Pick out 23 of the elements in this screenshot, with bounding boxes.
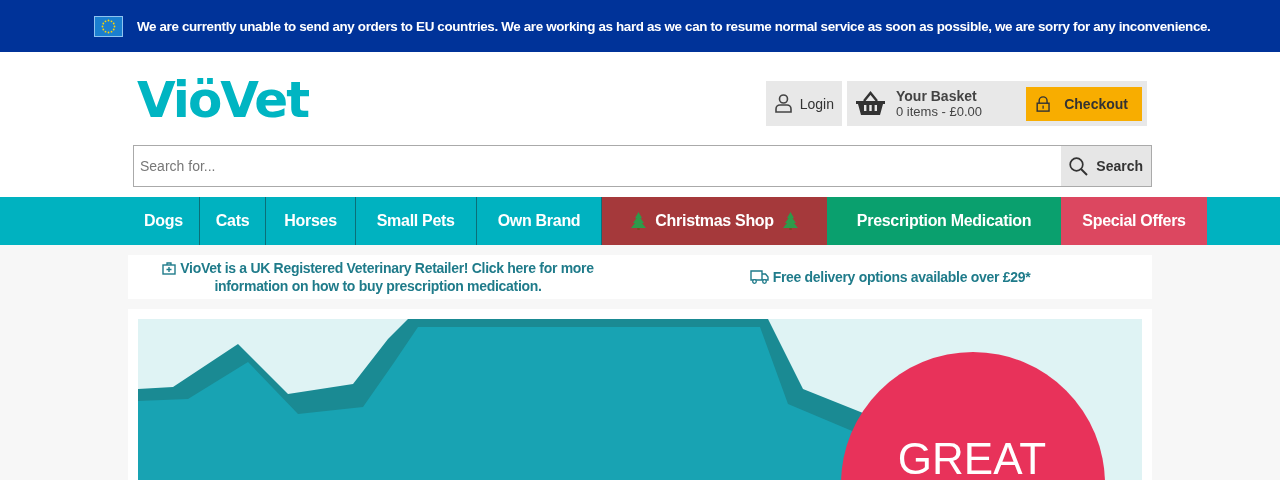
basket-summary: 0 items - £0.00 xyxy=(896,104,983,119)
basket-title: Your Basket xyxy=(896,88,978,104)
basket-panel[interactable]: Your Basket 0 items - £0.00 Checkout xyxy=(847,81,1147,126)
christmas-tree-icon xyxy=(630,212,648,230)
nav-tab[interactable]: Special Offers xyxy=(1061,197,1207,245)
info-link[interactable]: VioVet is a UK Registered Veterinary Retailer! Click here for more information on how to buy prescription medication. xyxy=(128,259,628,295)
nav-tab[interactable]: Christmas Shop xyxy=(602,197,827,245)
notice-text: We are currently unable to send any orders to EU countries. We are working as hard as we can to resume normal service as soon as possible, we are sorry for any inconvenience. xyxy=(137,18,1211,34)
banner-badge-text: GREAT xyxy=(897,434,1047,480)
user-icon xyxy=(774,94,792,113)
medical-case-icon xyxy=(162,262,177,275)
search-field[interactable]: Search for... Search xyxy=(133,145,1152,187)
eu-flag-icon xyxy=(94,15,123,37)
christmas-tree-icon xyxy=(781,212,799,230)
padlock-icon xyxy=(1036,93,1051,114)
search-icon xyxy=(1069,156,1089,176)
search-button[interactable]: Search xyxy=(1061,146,1151,186)
checkout-button[interactable]: Checkout xyxy=(1026,86,1142,121)
login-button[interactable]: Login xyxy=(765,81,842,126)
info-link[interactable]: Free delivery options available over £29* xyxy=(749,268,1031,286)
basket-icon xyxy=(855,90,886,117)
nav-tab[interactable]: Prescription Medication xyxy=(826,197,1062,245)
logo[interactable]: ViöVet xyxy=(137,70,309,130)
